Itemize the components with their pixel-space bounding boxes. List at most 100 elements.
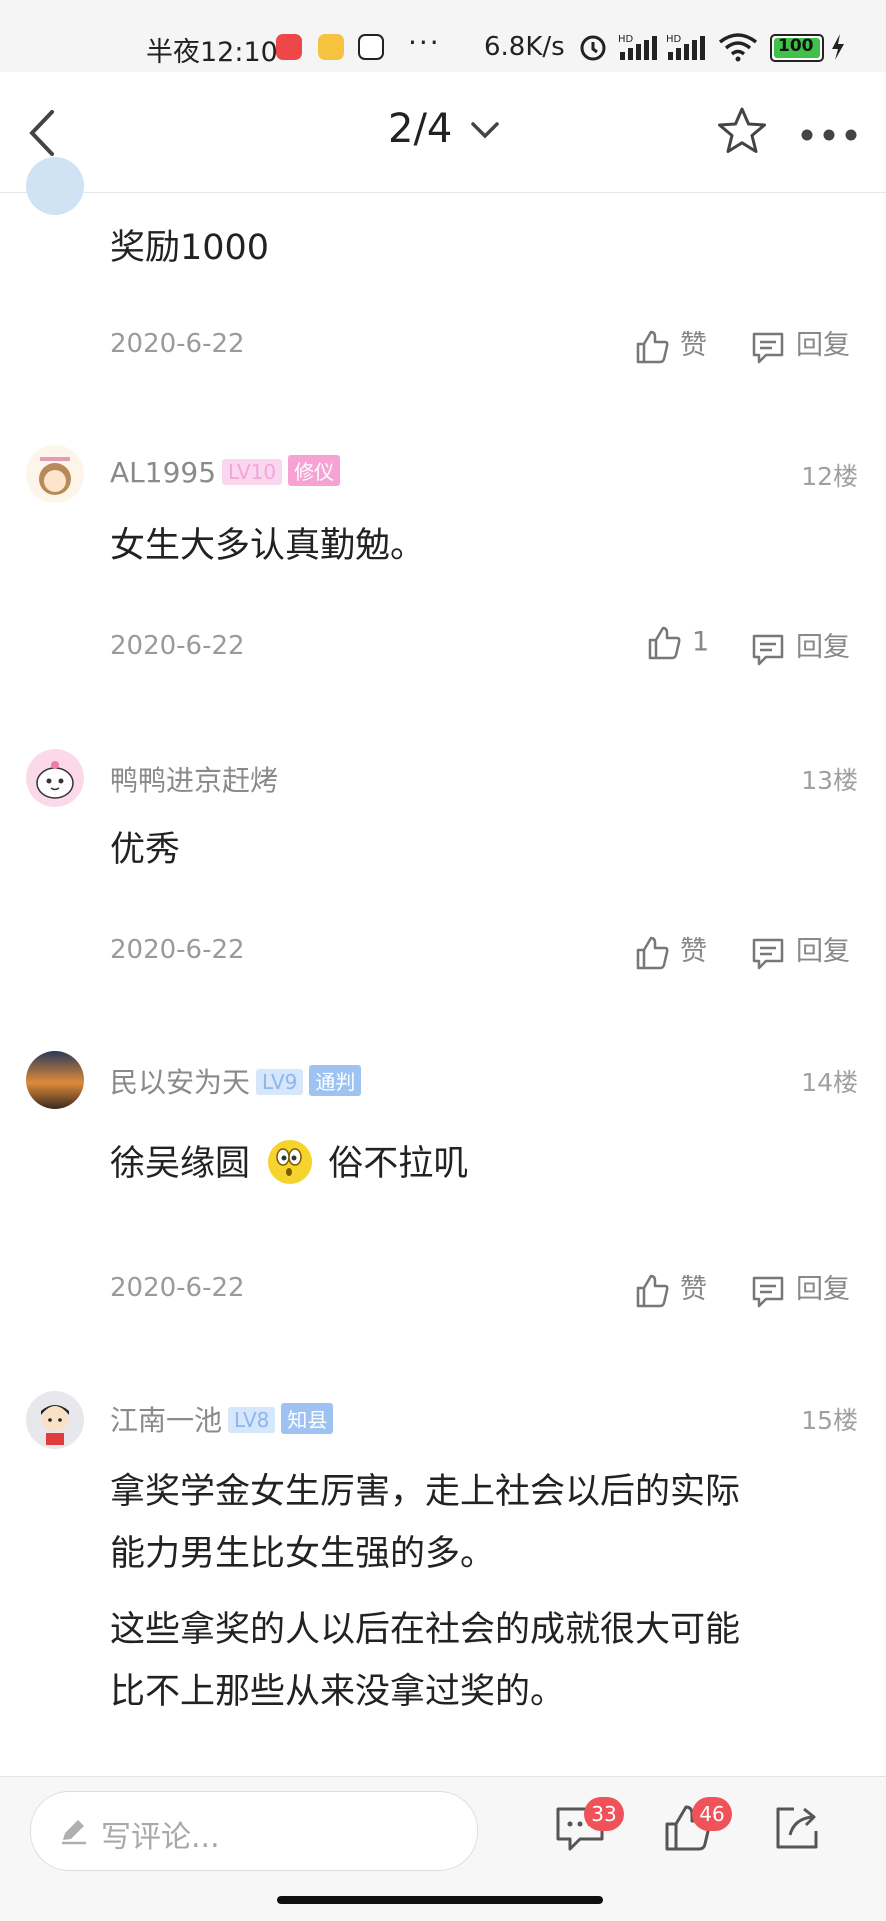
comment-item: 民以安为天 LV9 通判 14楼 徐吴缘圆 俗不拉叽 2020-6-22 赞 回复 (0, 1017, 886, 1358)
status-more-dots: ··· (408, 26, 441, 59)
reply-icon (752, 938, 784, 969)
comment-text-line: 拿奖学金女生厉害，走上社会以后的实际 (110, 1472, 741, 1512)
girl-cartoon-icon (39, 457, 71, 495)
battery-level: 100 (778, 36, 814, 56)
comment-text-part: 俗不拉叽 (328, 1144, 469, 1184)
avatar[interactable] (26, 157, 84, 215)
reply-icon (752, 332, 784, 363)
comment-input-placeholder: 写评论... (101, 1820, 220, 1855)
netease-music-icon (276, 34, 302, 60)
thumbs-up-icon (648, 626, 681, 660)
floor-number: 14楼 (801, 1068, 858, 1097)
floor-number: 15楼 (801, 1406, 858, 1435)
cartoon-avatar-icon (41, 1405, 69, 1445)
emoji-icon (268, 1140, 313, 1184)
page-indicator[interactable]: 2/4 (388, 106, 452, 152)
signal-icon-2: HD (666, 34, 705, 60)
avatar[interactable] (26, 445, 84, 503)
comment-date: 2020-6-22 (110, 631, 245, 661)
reply-icon (752, 634, 784, 665)
back-arrow-icon[interactable] (26, 108, 56, 158)
avatar[interactable] (26, 749, 84, 807)
comment-date: 2020-6-22 (110, 329, 245, 359)
username-text: 民以安为天 (110, 1066, 251, 1099)
comment-item: 鸭鸭进京赶烤 13楼 优秀 2020-6-22 赞 回复 (0, 715, 886, 1018)
title-badge: 通判 (309, 1065, 362, 1096)
cartoon-face-icon (36, 761, 74, 799)
net-speed: 6.8K/s (484, 32, 565, 62)
reply-button[interactable]: 回复 (750, 625, 850, 667)
reply-button[interactable]: 回复 (750, 1267, 850, 1309)
like-label: 赞 (680, 936, 707, 967)
level-badge: LV10 (222, 459, 283, 485)
thumbs-up-icon (636, 1274, 669, 1307)
reply-button[interactable]: 回复 (750, 323, 850, 365)
like-button[interactable]: 1 (646, 625, 709, 661)
battery-icon: 100 (770, 34, 824, 62)
floor-number: 12楼 (801, 462, 858, 491)
svg-text:HD: HD (618, 34, 634, 45)
like-count: 1 (692, 626, 710, 658)
username[interactable]: 江南一池 LV8 知县 (110, 1399, 334, 1439)
pencil-icon (62, 1820, 86, 1845)
charging-icon (832, 34, 844, 60)
like-count-badge: 46 (692, 1797, 732, 1831)
comment-count-badge: 33 (584, 1797, 624, 1831)
level-badge: LV8 (228, 1407, 276, 1433)
avatar[interactable] (26, 1391, 84, 1449)
reply-button[interactable]: 回复 (750, 929, 850, 971)
signal-icon-1: HD (618, 34, 657, 60)
title-badge: 知县 (281, 1403, 334, 1434)
top-nav-bar: 2/4 (0, 72, 886, 193)
status-time: 半夜12:10 (146, 37, 278, 68)
svg-text:HD: HD (666, 34, 682, 45)
wifi-icon (718, 33, 758, 62)
like-button[interactable]: 赞 (634, 929, 707, 971)
comment-item: 江南一池 LV8 知县 15楼 拿奖学金女生厉害，走上社会以后的实际 能力男生比女生… (0, 1357, 886, 1777)
reply-label: 回复 (796, 1274, 850, 1305)
alarm-icon (580, 35, 606, 61)
username[interactable]: 民以安为天 LV9 通判 (110, 1061, 362, 1101)
reply-label: 回复 (796, 936, 850, 967)
thumbs-up-icon (636, 936, 669, 969)
comment-date: 2020-6-22 (110, 1273, 245, 1303)
comment-text: 拿奖学金女生厉害，走上社会以后的实际 能力男生比女生强的多。 这些拿奖的人以后在… (110, 1461, 830, 1723)
comment-item: 奖励1000 2020-6-22 赞 回复 (0, 157, 886, 414)
title-badge: 修仪 (288, 455, 341, 486)
floor-number: 13楼 (801, 766, 858, 795)
like-label: 赞 (680, 1274, 707, 1305)
comment-text-line: 比不上那些从来没拿过奖的。 (110, 1672, 566, 1712)
chevron-down-icon[interactable] (470, 120, 500, 140)
reply-label: 回复 (796, 632, 850, 663)
username[interactable]: 鸭鸭进京赶烤 (110, 759, 278, 799)
like-button[interactable]: 赞 (634, 1267, 707, 1309)
comment-text: 优秀 (110, 830, 181, 870)
username[interactable]: AL1995 LV10 修仪 (110, 455, 341, 489)
avatar[interactable] (26, 1051, 84, 1109)
thumbs-up-icon (636, 330, 669, 363)
reply-label: 回复 (796, 330, 850, 361)
username-text: 江南一池 (110, 1404, 223, 1437)
comment-text: 徐吴缘圆 俗不拉叽 (110, 1133, 830, 1195)
comment-text-line: 能力男生比女生强的多。 (110, 1534, 496, 1574)
comment-text: 女生大多认真勤勉。 (110, 526, 426, 566)
comment-input[interactable]: 写评论... (30, 1791, 478, 1871)
comment-text-line: 这些拿奖的人以后在社会的成就很大可能 (110, 1610, 741, 1650)
username-text: 鸭鸭进京赶烤 (110, 764, 279, 797)
level-badge: LV9 (256, 1069, 304, 1095)
comment-date: 2020-6-22 (110, 935, 245, 965)
chat-app-icon (318, 34, 344, 60)
more-icon[interactable] (800, 128, 858, 142)
username-text: AL1995 (110, 456, 217, 489)
home-indicator[interactable] (277, 1896, 603, 1904)
comment-text: 奖励1000 (110, 228, 270, 268)
status-bar: 半夜12:10 ··· 6.8K/s HD HD 100 (0, 0, 886, 72)
like-label: 赞 (680, 330, 707, 361)
star-icon[interactable] (716, 106, 768, 156)
reply-icon (752, 1276, 784, 1307)
like-button[interactable]: 赞 (634, 323, 707, 365)
comment-item: AL1995 LV10 修仪 12楼 女生大多认真勤勉。 2020-6-22 1 回… (0, 413, 886, 716)
cat-app-icon (358, 34, 384, 60)
share-icon[interactable] (772, 1803, 822, 1853)
comment-text-part: 徐吴缘圆 (110, 1144, 251, 1184)
